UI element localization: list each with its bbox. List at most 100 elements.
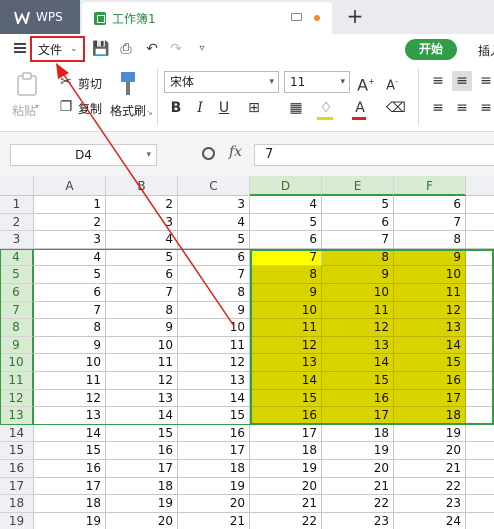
table-cell[interactable]	[466, 301, 494, 320]
row-header[interactable]: 8	[0, 319, 34, 337]
table-cell[interactable]: 22	[322, 495, 394, 513]
tab-insert[interactable]: 插入	[478, 42, 494, 59]
table-cell[interactable]: 3	[106, 213, 178, 232]
column-header-b[interactable]: B	[106, 176, 178, 196]
row-header[interactable]: 7	[0, 301, 34, 320]
table-cell[interactable]: 10	[34, 354, 106, 372]
format-painter-button[interactable]: 格式刷	[110, 102, 146, 119]
table-cell[interactable]: 23	[322, 512, 394, 529]
format-painter-icon[interactable]	[118, 71, 138, 97]
paste-dropdown-icon[interactable]: ▾	[35, 102, 39, 111]
decrease-font-icon[interactable]: A-	[382, 72, 402, 93]
function-icon[interactable]: fx	[229, 144, 242, 160]
table-cell[interactable]: 10	[394, 266, 466, 284]
scissors-icon[interactable]: ✂	[56, 72, 76, 92]
table-cell[interactable]: 11	[178, 336, 250, 355]
wps-home-tab[interactable]: WPS	[0, 0, 80, 34]
table-cell[interactable]: 17	[178, 442, 250, 460]
row-header[interactable]: 15	[0, 442, 34, 460]
table-cell[interactable]: 14	[250, 372, 322, 390]
table-cell[interactable]: 24	[394, 512, 466, 529]
column-header-e[interactable]: E	[322, 176, 394, 196]
column-header-g[interactable]	[466, 176, 494, 196]
table-cell[interactable]	[466, 407, 494, 425]
table-cell[interactable]: 17	[322, 407, 394, 425]
table-cell[interactable]: 13	[34, 407, 106, 425]
table-cell[interactable]: 9	[178, 301, 250, 320]
select-all-corner[interactable]	[0, 176, 34, 196]
table-cell[interactable]: 20	[250, 477, 322, 496]
table-cell[interactable]: 18	[394, 407, 466, 425]
table-cell[interactable]: 18	[322, 424, 394, 443]
table-cell[interactable]: 19	[178, 477, 250, 496]
table-cell[interactable]: 6	[178, 248, 250, 267]
undo-icon[interactable]: ↶	[143, 40, 161, 58]
clear-format-icon[interactable]: ⌫	[386, 98, 406, 118]
table-cell[interactable]: 6	[106, 266, 178, 284]
table-cell[interactable]: 12	[106, 372, 178, 390]
row-header[interactable]: 2	[0, 213, 34, 232]
table-cell[interactable]: 10	[322, 284, 394, 302]
table-cell[interactable]	[466, 495, 494, 513]
table-cell[interactable]: 17	[34, 477, 106, 496]
row-header[interactable]: 5	[0, 266, 34, 284]
table-cell[interactable]: 4	[250, 196, 322, 214]
table-cell[interactable]: 12	[394, 301, 466, 320]
borders-icon[interactable]: ⊞	[244, 98, 264, 118]
table-cell[interactable]: 21	[394, 460, 466, 478]
table-cell[interactable]: 19	[250, 460, 322, 478]
table-cell[interactable]: 8	[106, 301, 178, 320]
table-cell[interactable]: 18	[178, 460, 250, 478]
table-cell[interactable]: 5	[178, 231, 250, 249]
align-middle-icon[interactable]: ≡	[452, 71, 472, 91]
table-cell[interactable]: 15	[106, 424, 178, 443]
table-cell[interactable]: 16	[322, 389, 394, 408]
table-cell[interactable]: 11	[106, 354, 178, 372]
row-header[interactable]: 17	[0, 477, 34, 496]
table-cell[interactable]: 1	[34, 196, 106, 214]
copy-icon[interactable]: ❐	[56, 97, 76, 117]
table-cell[interactable]: 16	[394, 372, 466, 390]
formula-input[interactable]: 7	[254, 144, 494, 166]
table-cell[interactable]: 7	[394, 213, 466, 232]
bold-button[interactable]: B	[166, 98, 186, 118]
table-cell[interactable]: 16	[250, 407, 322, 425]
table-cell[interactable]: 3	[34, 231, 106, 249]
table-cell[interactable]: 5	[322, 196, 394, 214]
hamburger-menu-icon[interactable]	[14, 43, 26, 53]
table-cell[interactable]: 12	[250, 336, 322, 355]
table-cell[interactable]: 7	[322, 231, 394, 249]
column-header-d[interactable]: D	[250, 176, 322, 196]
table-cell[interactable]: 20	[394, 442, 466, 460]
tab-start[interactable]: 开始	[405, 39, 457, 60]
clipboard-launcher-icon[interactable]: ↘	[146, 108, 153, 117]
align-bottom-icon[interactable]: ≡	[476, 71, 494, 91]
row-header[interactable]: 13	[0, 407, 34, 425]
table-cell[interactable]: 13	[250, 354, 322, 372]
table-cell[interactable]: 4	[106, 231, 178, 249]
table-cell[interactable]: 22	[394, 477, 466, 496]
table-cell[interactable]: 8	[34, 319, 106, 337]
table-cell[interactable]: 2	[34, 213, 106, 232]
table-cell[interactable]: 5	[250, 213, 322, 232]
row-header[interactable]: 19	[0, 512, 34, 529]
table-cell[interactable]	[466, 336, 494, 355]
table-cell[interactable]: 7	[106, 284, 178, 302]
print-icon[interactable]: ⎙	[117, 40, 135, 58]
table-cell[interactable]: 17	[394, 389, 466, 408]
table-cell[interactable]: 19	[106, 495, 178, 513]
table-cell[interactable]: 12	[34, 389, 106, 408]
table-cell[interactable]: 15	[34, 442, 106, 460]
row-header[interactable]: 9	[0, 336, 34, 355]
table-cell[interactable]: 13	[106, 389, 178, 408]
table-cell[interactable]	[466, 372, 494, 390]
table-cell[interactable]: 9	[250, 284, 322, 302]
table-cell[interactable]: 20	[322, 460, 394, 478]
monitor-icon[interactable]	[291, 13, 302, 21]
table-cell[interactable]: 5	[34, 266, 106, 284]
cut-button[interactable]: 剪切	[78, 75, 102, 92]
table-cell[interactable]: 18	[250, 442, 322, 460]
table-cell[interactable]	[466, 196, 494, 214]
table-cell[interactable]: 16	[178, 424, 250, 443]
table-cell[interactable]: 13	[322, 336, 394, 355]
